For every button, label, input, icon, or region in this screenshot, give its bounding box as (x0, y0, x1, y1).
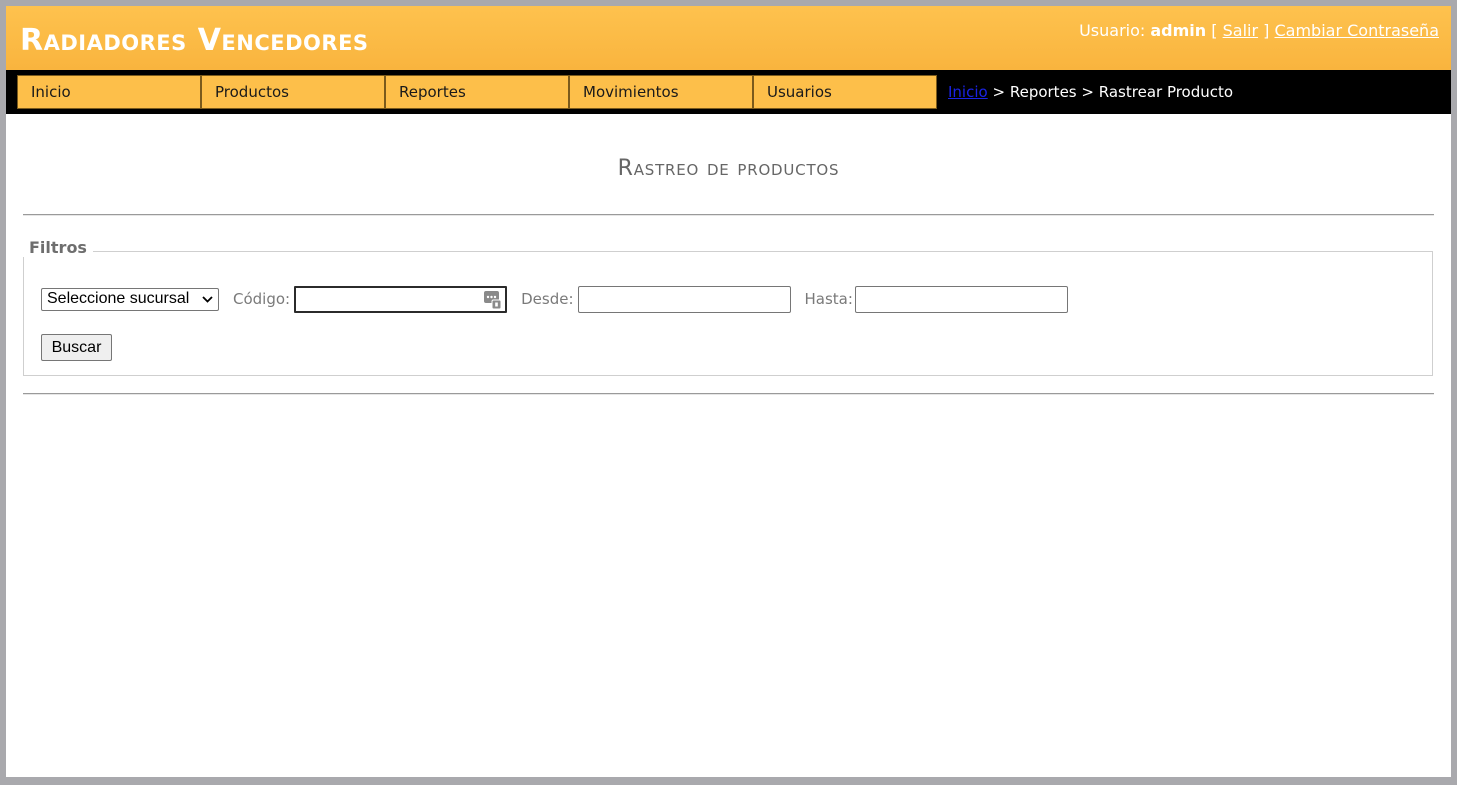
user-bar: Usuario: admin [ Salir ] Cambiar Contras… (1079, 21, 1439, 40)
nav-item-label: Usuarios (767, 83, 832, 101)
to-date-input[interactable] (854, 285, 1068, 313)
code-input[interactable] (294, 285, 508, 313)
chevron-down-icon (202, 292, 213, 309)
user-label: Usuario: (1079, 21, 1146, 40)
nav-item-movimientos[interactable]: Movimientos (569, 75, 753, 109)
nav-bar: Inicio Productos Reportes Movimientos Us… (6, 70, 1451, 114)
code-label: Código: (233, 290, 291, 308)
nav-item-label: Movimientos (583, 83, 679, 101)
breadcrumb: Inicio > Reportes > Rastrear Producto (948, 70, 1233, 114)
breadcrumb-separator: > (1081, 83, 1094, 101)
to-label: Hasta: (804, 290, 853, 308)
user-name: admin (1150, 21, 1207, 40)
nav-item-inicio[interactable]: Inicio (17, 75, 201, 109)
breadcrumb-section: Reportes (1009, 83, 1077, 101)
bracket-close: ] (1263, 21, 1270, 40)
code-field-wrap (294, 285, 508, 313)
filters-fieldset (23, 251, 1433, 376)
page-title: Rastreo de productos (617, 156, 840, 181)
password-manager-icon[interactable] (484, 289, 502, 309)
filters-legend: Filtros (23, 238, 93, 257)
nav-item-usuarios[interactable]: Usuarios (753, 75, 937, 109)
app-header: Radiadores Vencedores Usuario: admin [ S… (6, 6, 1451, 70)
bracket-open: [ (1211, 21, 1218, 40)
nav-item-label: Inicio (31, 83, 71, 101)
branch-select-value: Seleccione sucursal (47, 290, 190, 307)
nav-item-label: Productos (215, 83, 289, 101)
from-label: Desde: (521, 290, 574, 308)
nav-item-label: Reportes (399, 83, 466, 101)
search-button[interactable]: Buscar (41, 334, 112, 361)
nav-item-reportes[interactable]: Reportes (385, 75, 569, 109)
divider-top (23, 214, 1434, 216)
breadcrumb-current: Rastrear Producto (1098, 83, 1234, 101)
nav-menu: Inicio Productos Reportes Movimientos Us… (17, 75, 937, 109)
logout-link[interactable]: Salir (1223, 21, 1258, 40)
filters-row: Seleccione sucursal Código: Desde: Hasta… (41, 285, 1068, 313)
from-date-input[interactable] (577, 285, 791, 313)
breadcrumb-home-link[interactable]: Inicio (948, 83, 988, 101)
divider-bottom (23, 393, 1434, 395)
brand-title: Radiadores Vencedores (20, 23, 369, 58)
page: Radiadores Vencedores Usuario: admin [ S… (6, 6, 1451, 777)
nav-item-productos[interactable]: Productos (201, 75, 385, 109)
branch-select[interactable]: Seleccione sucursal (41, 287, 219, 311)
change-password-link[interactable]: Cambiar Contraseña (1274, 21, 1439, 40)
breadcrumb-separator: > (992, 83, 1006, 101)
